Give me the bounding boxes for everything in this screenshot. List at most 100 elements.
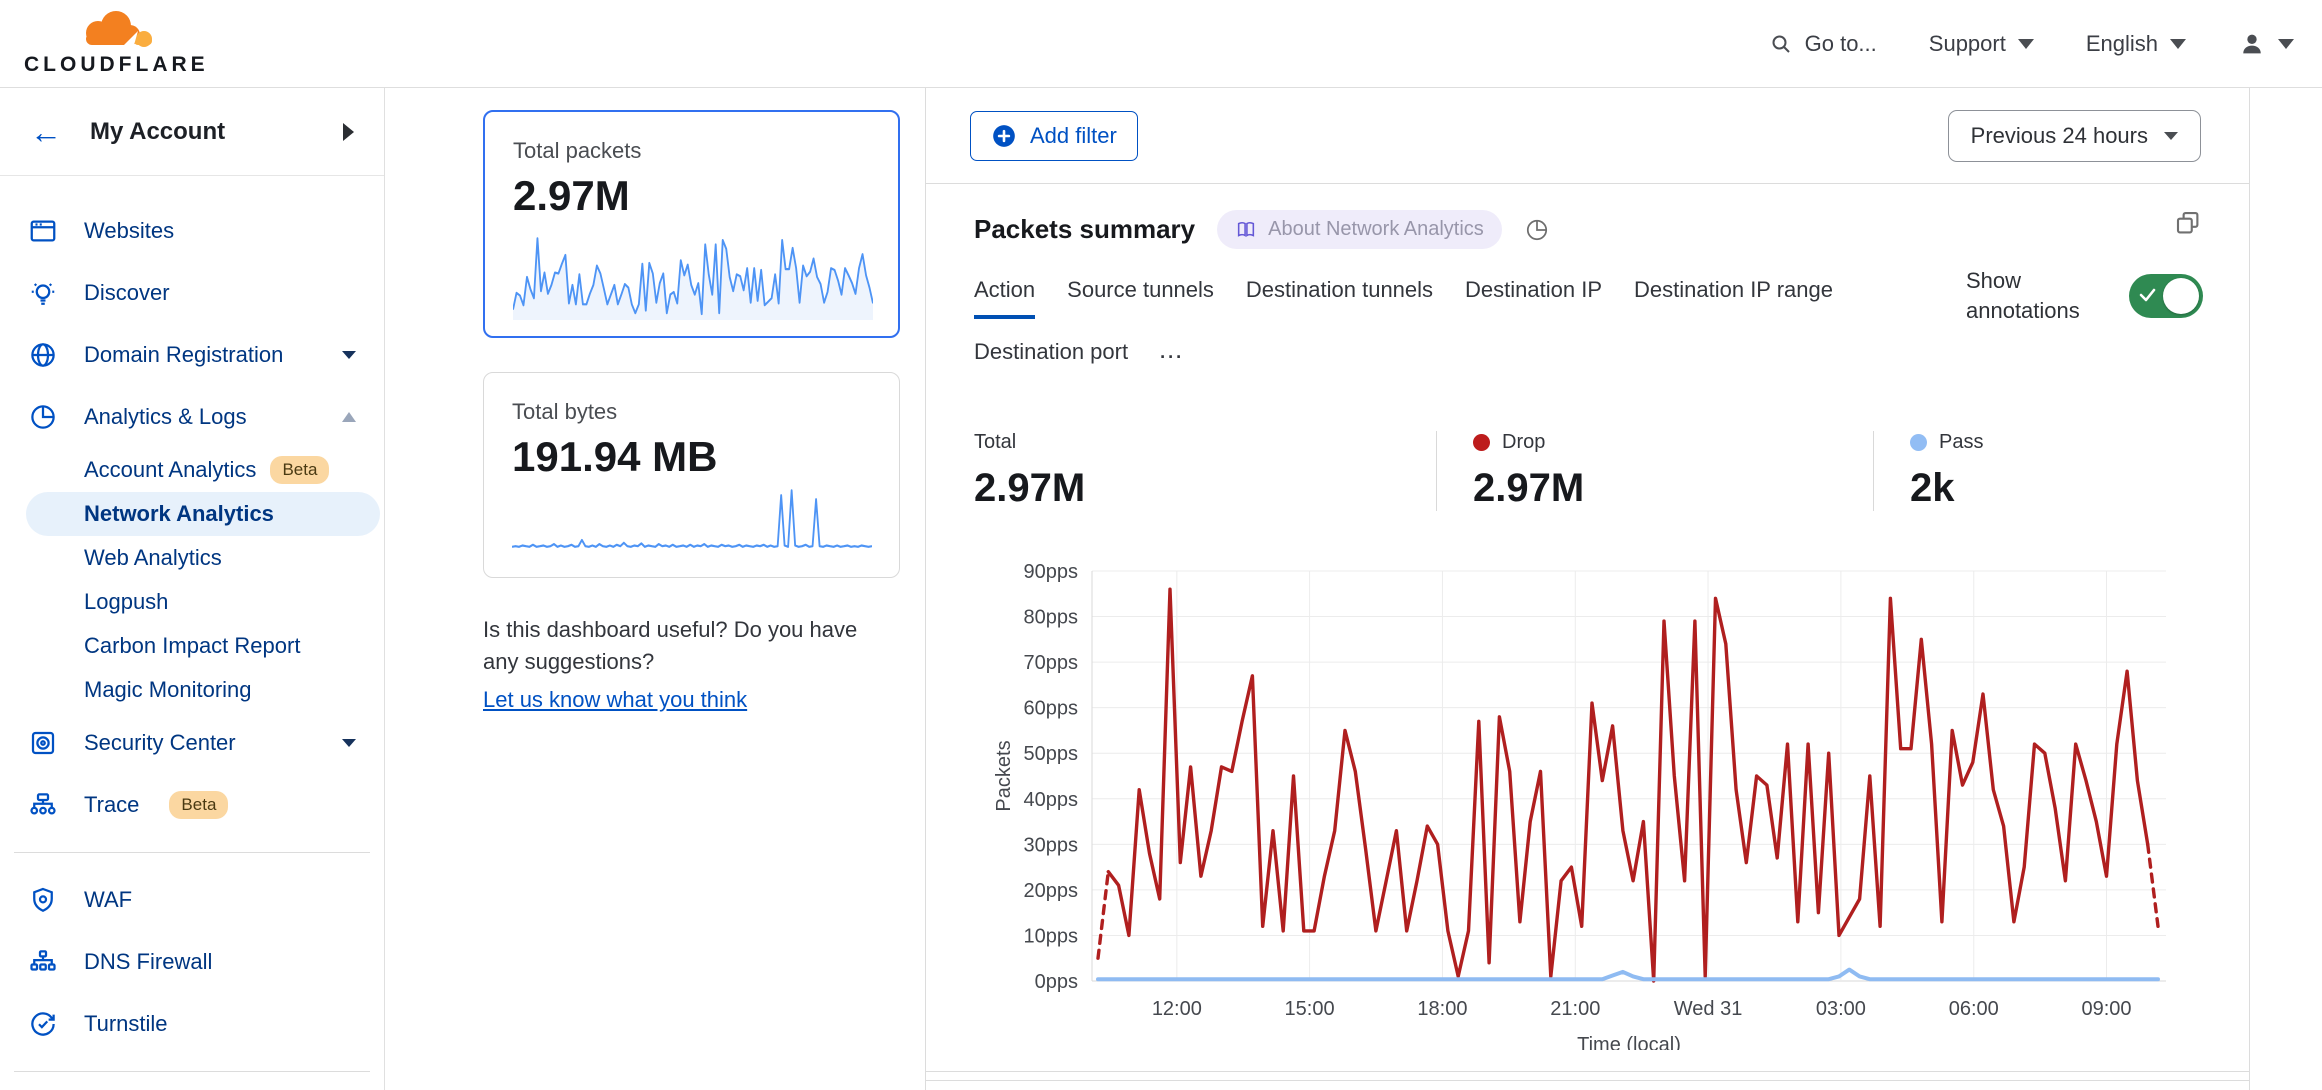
sidebar-item-websites[interactable]: Websites — [0, 200, 384, 262]
add-filter-button[interactable]: Add filter — [970, 111, 1138, 161]
tab-destination-ip-range[interactable]: Destination IP range — [1634, 277, 1833, 319]
beta-badge: Beta — [270, 456, 329, 484]
sidebar-item-security-center[interactable]: Security Center — [0, 712, 384, 774]
svg-text:50pps: 50pps — [1024, 743, 1079, 765]
sidebar-item-label: Magic Monitoring — [84, 677, 252, 703]
sidebar-item-trace[interactable]: Trace Beta — [0, 774, 384, 836]
sidebar-item-label: Carbon Impact Report — [84, 633, 300, 659]
svg-text:Packets: Packets — [993, 740, 1015, 811]
sidebar-item-label: Logpush — [84, 589, 168, 615]
sidebar-item-label: Web Analytics — [84, 545, 222, 571]
support-label: Support — [1929, 31, 2006, 57]
pie-chart-icon — [28, 402, 58, 432]
chevron-up-icon — [342, 412, 356, 422]
sidebar-item-dns-firewall[interactable]: DNS Firewall — [0, 931, 384, 993]
dimension-tabs: Action Source tunnels Destination tunnel… — [974, 277, 2014, 381]
pass-legend-dot — [1910, 434, 1927, 451]
stat-value: 2.97M — [974, 466, 1436, 511]
sidebar-item-label: Analytics & Logs — [84, 404, 247, 430]
bytes-sparkline — [512, 481, 872, 561]
svg-text:12:00: 12:00 — [1152, 998, 1202, 1020]
sidebar-item-domain-registration[interactable]: Domain Registration — [0, 324, 384, 386]
stat-total: Total 2.97M — [974, 431, 1436, 511]
sidebar-item-account-analytics[interactable]: Account Analytics Beta — [0, 448, 384, 492]
cloudflare-logo[interactable]: CLOUDFLARE — [24, 11, 209, 77]
sidebar-item-magic-monitoring[interactable]: Magic Monitoring — [0, 668, 384, 712]
about-badge-label: About Network Analytics — [1268, 218, 1484, 241]
sidebar-item-discover[interactable]: Discover — [0, 262, 384, 324]
top-bar: CLOUDFLARE Go to... Support English — [0, 0, 2322, 88]
stat-label: Drop — [1502, 431, 1545, 454]
stat-label: Total — [974, 431, 1016, 454]
plus-circle-icon — [991, 123, 1017, 149]
beta-badge: Beta — [169, 791, 228, 819]
svg-text:90pps: 90pps — [1024, 561, 1079, 583]
sidebar-item-waf[interactable]: WAF — [0, 869, 384, 931]
about-network-analytics-badge[interactable]: About Network Analytics — [1217, 210, 1502, 249]
tab-source-tunnels[interactable]: Source tunnels — [1067, 277, 1214, 319]
sidebar-item-label: Network Analytics — [84, 501, 274, 527]
next-panel-edge — [926, 1080, 2249, 1090]
sidebar-nav: Websites Discover Domain Registration — [0, 176, 384, 1090]
sidebar-item-web-analytics[interactable]: Web Analytics — [0, 536, 384, 580]
sidebar-item-label: DNS Firewall — [84, 949, 212, 975]
toggle-knob — [2163, 278, 2199, 314]
brand-wordmark: CLOUDFLARE — [24, 53, 209, 77]
annotations-toggle[interactable] — [2129, 274, 2203, 318]
feedback-block: Is this dashboard useful? Do you have an… — [483, 614, 883, 716]
svg-text:20pps: 20pps — [1024, 880, 1079, 902]
tab-destination-ip[interactable]: Destination IP — [1465, 277, 1602, 319]
search-icon — [1769, 32, 1793, 56]
sidebar-item-network-analytics[interactable]: Network Analytics — [26, 492, 380, 536]
stat-drop: Drop 2.97M — [1436, 431, 1873, 511]
account-header: ← My Account — [0, 88, 384, 176]
account-name: My Account — [90, 118, 225, 146]
sidebar-item-label: WAF — [84, 887, 132, 913]
svg-text:Time (local): Time (local) — [1577, 1034, 1681, 1050]
card-label: Total packets — [513, 138, 870, 164]
show-annotations-label: Show annotations — [1966, 266, 2101, 325]
back-arrow-icon[interactable]: ← — [30, 116, 62, 148]
sidebar-item-carbon-impact-report[interactable]: Carbon Impact Report — [0, 624, 384, 668]
svg-text:15:00: 15:00 — [1285, 998, 1335, 1020]
support-menu[interactable]: Support — [1929, 31, 2034, 57]
browser-window-icon — [28, 216, 58, 246]
stat-value: 2k — [1910, 466, 2201, 511]
expand-panel-icon[interactable] — [2173, 208, 2203, 238]
drop-legend-dot — [1473, 434, 1490, 451]
language-menu[interactable]: English — [2086, 31, 2186, 57]
card-value: 2.97M — [513, 172, 870, 220]
card-label: Total bytes — [512, 399, 871, 425]
sidebar-item-analytics-logs[interactable]: Analytics & Logs — [0, 386, 384, 448]
svg-text:Wed 31: Wed 31 — [1674, 998, 1743, 1020]
svg-text:0pps: 0pps — [1035, 971, 1078, 993]
more-tabs-button[interactable]: ... — [1160, 342, 1184, 381]
chevron-right-icon[interactable] — [343, 123, 354, 141]
time-range-dropdown[interactable]: Previous 24 hours — [1948, 110, 2201, 162]
total-packets-card[interactable]: Total packets 2.97M — [483, 110, 900, 338]
svg-text:21:00: 21:00 — [1550, 998, 1600, 1020]
account-menu[interactable] — [2238, 30, 2294, 58]
total-bytes-card[interactable]: Total bytes 191.94 MB — [483, 372, 900, 578]
feedback-link[interactable]: Let us know what you think — [483, 684, 747, 716]
sidebar: ← My Account Websites Discover — [0, 88, 385, 1090]
pie-chart-outline-icon[interactable] — [1524, 217, 1550, 243]
trace-flow-icon — [28, 790, 58, 820]
goto-search[interactable]: Go to... — [1769, 31, 1877, 57]
tab-destination-tunnels[interactable]: Destination tunnels — [1246, 277, 1433, 319]
summary-column: Total packets 2.97M Total bytes 191.94 M… — [385, 88, 925, 1090]
svg-text:80pps: 80pps — [1024, 607, 1079, 629]
sidebar-item-label: Account Analytics — [84, 457, 256, 483]
svg-text:06:00: 06:00 — [1949, 998, 1999, 1020]
globe-icon — [28, 340, 58, 370]
sidebar-item-turnstile[interactable]: Turnstile — [0, 993, 384, 1055]
sidebar-item-logpush[interactable]: Logpush — [0, 580, 384, 624]
shield-icon — [28, 885, 58, 915]
language-label: English — [2086, 31, 2158, 57]
sidebar-divider — [14, 852, 370, 853]
analytics-submenu: Account Analytics Beta Network Analytics… — [0, 448, 384, 712]
hierarchy-icon — [28, 947, 58, 977]
tab-action[interactable]: Action — [974, 277, 1035, 319]
stats-row: Total 2.97M Drop 2.97M Pass 2k — [974, 431, 2201, 511]
tab-destination-port[interactable]: Destination port — [974, 339, 1128, 381]
